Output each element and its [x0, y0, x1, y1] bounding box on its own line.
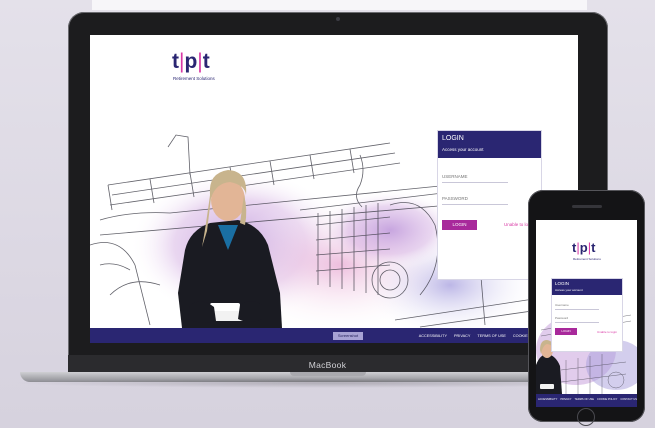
footer-link-cookie-policy[interactable]: COOKIE POLICY	[597, 398, 617, 401]
login-button[interactable]: LOGIN	[442, 220, 477, 230]
footer-link-accessibility[interactable]: ACCESSIBILITY	[538, 398, 557, 401]
phone-screen: t|p|t Retirement Solutions LOGIN Access …	[536, 220, 637, 407]
phone-username-input[interactable]	[555, 301, 599, 310]
footer-link-privacy[interactable]: PRIVACY	[454, 334, 470, 338]
password-input[interactable]	[442, 193, 508, 205]
footer-link-terms[interactable]: TERMS OF USE	[477, 334, 505, 338]
phone-login-title: LOGIN	[555, 281, 570, 286]
login-panel: LOGIN Access your account LOGIN Unable t…	[437, 130, 542, 280]
footer-link-contact[interactable]: CONTACT US	[620, 398, 637, 401]
footer-link-accessibility[interactable]: ACCESSIBILITY	[419, 334, 447, 338]
screenshot-badge: Screenshot	[333, 332, 363, 340]
login-subtitle: Access your account	[442, 147, 484, 152]
login-title: LOGIN	[442, 135, 464, 142]
phone-login-subtitle: Access your account	[555, 288, 583, 292]
username-input[interactable]	[442, 171, 508, 183]
phone-footer-links: ACCESSIBILITY PRIVACY TERMS OF USE COOKI…	[538, 398, 637, 401]
footer-link-privacy[interactable]: PRIVACY	[560, 398, 571, 401]
background-card	[92, 0, 587, 10]
logo-tagline: Retirement Solutions	[573, 257, 601, 261]
phone-login-panel: LOGIN Access your account LOGIN Unable t…	[551, 278, 623, 352]
login-header: LOGIN Access your account	[438, 131, 541, 158]
phone-password-input[interactable]	[555, 314, 599, 323]
phone-login-header: LOGIN Access your account	[552, 279, 622, 295]
phone-home-button[interactable]	[577, 408, 595, 426]
phone-unable-to-login-link[interactable]: Unable to login	[597, 330, 617, 334]
footer-link-terms[interactable]: TERMS OF USE	[575, 398, 594, 401]
laptop-camera	[336, 17, 340, 21]
tpt-logo[interactable]: t|p|t	[572, 240, 595, 255]
laptop-notch	[290, 372, 366, 376]
laptop-screen: t|p|t Retirement Solutions LOGIN Access …	[90, 35, 578, 343]
logo-letter: p	[579, 240, 588, 255]
logo-letter: t	[591, 240, 596, 255]
phone-speaker	[572, 205, 602, 208]
phone-login-button[interactable]: LOGIN	[555, 328, 577, 335]
